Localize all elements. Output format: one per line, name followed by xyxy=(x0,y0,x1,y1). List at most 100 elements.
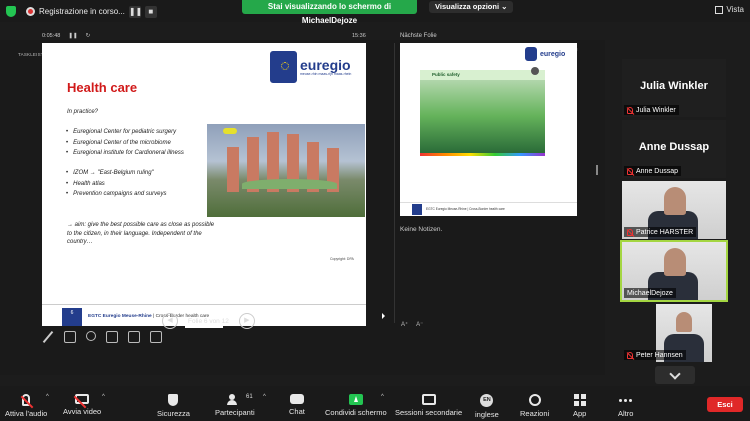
pane-divider[interactable] xyxy=(394,43,395,323)
speaker-notes[interactable]: Keine Notizen. xyxy=(400,226,442,233)
pause-recording-icon[interactable]: ❚❚ xyxy=(128,5,142,18)
participant-tile-anne[interactable]: Anne Dussap Anne Dussap xyxy=(622,120,726,178)
participant-name: Patrice HARSTER xyxy=(636,228,694,236)
participants-caret[interactable]: ^ xyxy=(263,394,266,400)
notes-font-tools: A⁺ A⁻ xyxy=(401,321,423,328)
more-options-icon[interactable] xyxy=(150,331,162,343)
previous-slide-button[interactable]: ◀ xyxy=(162,313,178,329)
hospital-photo xyxy=(207,124,365,217)
view-button[interactable]: Vista xyxy=(715,5,744,14)
logo-brand: euregio xyxy=(540,50,566,58)
reset-icon[interactable]: ↻ xyxy=(86,33,91,39)
chat-label: Chat xyxy=(289,407,305,416)
language-icon: EN xyxy=(480,394,494,407)
green-roof-image xyxy=(242,179,337,189)
zoom-icon[interactable] xyxy=(86,331,96,341)
list-item: IZOM → "East-Belgium ruling" xyxy=(66,170,167,181)
resize-handle[interactable] xyxy=(596,165,598,175)
slide-counter: Folie 6 von 12 xyxy=(188,317,229,325)
zoom-window: Registrazione in corso... ❚❚ ■ Stai visu… xyxy=(0,0,750,421)
badge-icon xyxy=(531,67,539,75)
security-button[interactable]: Sicurezza xyxy=(157,394,190,418)
slide-progress xyxy=(185,326,223,328)
participant-tile-patrice[interactable]: Patrice HARSTER xyxy=(622,181,726,239)
next-slide-preview[interactable]: euregio Public safety EGTC Euregio Meuse… xyxy=(400,43,577,216)
video-person-head xyxy=(664,248,686,276)
start-video-button[interactable]: Avvia video xyxy=(63,394,101,416)
current-slide[interactable]: euregio meuse-rhin maas-rijn maas-rhein … xyxy=(42,43,366,326)
next-slide-label: Nächste Folie xyxy=(400,33,437,39)
participant-label: Patrice HARSTER xyxy=(624,227,697,237)
start-video-label: Avvia video xyxy=(63,407,102,416)
view-options-button[interactable]: Visualizza opzioni ⌄ xyxy=(429,1,514,13)
next-slide-footer: EGTC Euregio Meuse-Rhine | Cross-Border … xyxy=(400,202,577,216)
copyright: Copyright: DPA xyxy=(330,257,354,261)
chat-button[interactable]: Chat xyxy=(289,394,305,416)
black-screen-icon[interactable] xyxy=(128,331,140,343)
unmute-label: Attiva l'audio xyxy=(5,409,48,418)
share-banner: Stai visualizzando lo schermo di Michael… xyxy=(242,0,417,25)
next-footer-text: EGTC Euregio Meuse-Rhine | Cross-Border … xyxy=(426,207,505,211)
stop-recording-icon[interactable]: ■ xyxy=(144,5,157,18)
font-decrease-icon[interactable]: A⁻ xyxy=(416,321,423,328)
euregio-logo: euregio meuse-rhin maas-rijn maas-rhein xyxy=(270,50,356,84)
all-slides-icon[interactable] xyxy=(64,331,76,343)
footer-org: EGTC Euregio Meuse-Rhine xyxy=(88,314,152,319)
video-options-caret[interactable]: ^ xyxy=(102,394,105,400)
apps-button[interactable]: App xyxy=(573,394,586,418)
participant-tile-julia[interactable]: Julia Winkler Julia Winkler xyxy=(622,59,726,117)
eu-stars-icon xyxy=(525,47,537,61)
mic-muted-icon xyxy=(22,394,31,406)
share-screen-button[interactable]: Condividi schermo xyxy=(325,394,387,417)
more-icon xyxy=(618,399,633,403)
euregio-logo-small: euregio xyxy=(525,46,571,62)
mic-muted-icon xyxy=(627,106,633,114)
reaction-icon xyxy=(528,394,541,406)
recording-indicator: Registrazione in corso... ❚❚ ■ xyxy=(26,4,157,19)
leave-button[interactable]: Esci xyxy=(707,397,743,412)
font-increase-icon[interactable]: A⁺ xyxy=(401,321,408,328)
slide-number: 6 xyxy=(62,308,82,326)
scroll-down-button[interactable] xyxy=(655,366,695,384)
pen-icon[interactable] xyxy=(42,331,54,343)
list-item: Euregional Center of the microbiome xyxy=(66,140,184,151)
meeting-controls: Attiva l'audio ^ Avvia video ^ Sicurezza… xyxy=(0,386,750,421)
participant-name-big: Anne Dussap xyxy=(638,141,710,153)
participant-name: MichaelDejoze xyxy=(627,289,673,297)
participants-label: Partecipanti xyxy=(215,408,255,417)
mouse-cursor xyxy=(382,313,385,319)
audio-options-caret[interactable]: ^ xyxy=(46,394,49,400)
more-button[interactable]: Altro xyxy=(618,394,633,418)
participant-tile-michael[interactable]: MichaelDejoze xyxy=(620,240,728,302)
participant-name: Julia Winkler xyxy=(636,106,676,114)
security-shield-icon[interactable] xyxy=(6,6,16,17)
interpretation-button[interactable]: EN inglese xyxy=(475,394,499,419)
reactions-button[interactable]: Reazioni xyxy=(520,394,549,418)
bullet-list-2: IZOM → "East-Belgium ruling" Health atla… xyxy=(66,170,167,202)
share-caret[interactable]: ^ xyxy=(381,394,384,400)
list-item: Euregional Center for pediatric surgery xyxy=(66,129,184,140)
slide-title: Health care xyxy=(67,80,138,95)
reactions-label: Reazioni xyxy=(520,409,550,418)
logo-brand: euregio xyxy=(300,57,351,73)
grid-icon xyxy=(715,5,724,14)
shield-icon xyxy=(168,394,179,406)
logo-sub: meuse-rhin maas-rijn maas-rhein xyxy=(300,72,352,76)
participant-name: Peter Hannsen xyxy=(636,351,683,359)
unmute-button[interactable]: Attiva l'audio xyxy=(5,394,47,418)
mic-muted-icon xyxy=(627,351,633,359)
public-safety-photo xyxy=(420,70,545,153)
pointer-options-icon[interactable] xyxy=(106,331,118,343)
building-image xyxy=(227,147,239,192)
slide-number-box xyxy=(412,204,422,215)
pause-icon[interactable]: ❚❚ xyxy=(68,33,77,39)
list-item: Prevention campaigns and surveys xyxy=(66,191,166,202)
elapsed-time: 0:05:48 xyxy=(42,33,61,39)
language-label: inglese xyxy=(475,410,499,419)
list-item: Euregional institute for Cardioneral ill… xyxy=(66,150,184,161)
more-label: Altro xyxy=(618,409,634,418)
chat-icon xyxy=(289,394,304,404)
breakout-rooms-button[interactable]: Sessioni secondarie xyxy=(395,394,462,417)
next-slide-button[interactable]: ▶ xyxy=(238,313,255,329)
chevron-down-icon: ⌄ xyxy=(501,2,508,11)
